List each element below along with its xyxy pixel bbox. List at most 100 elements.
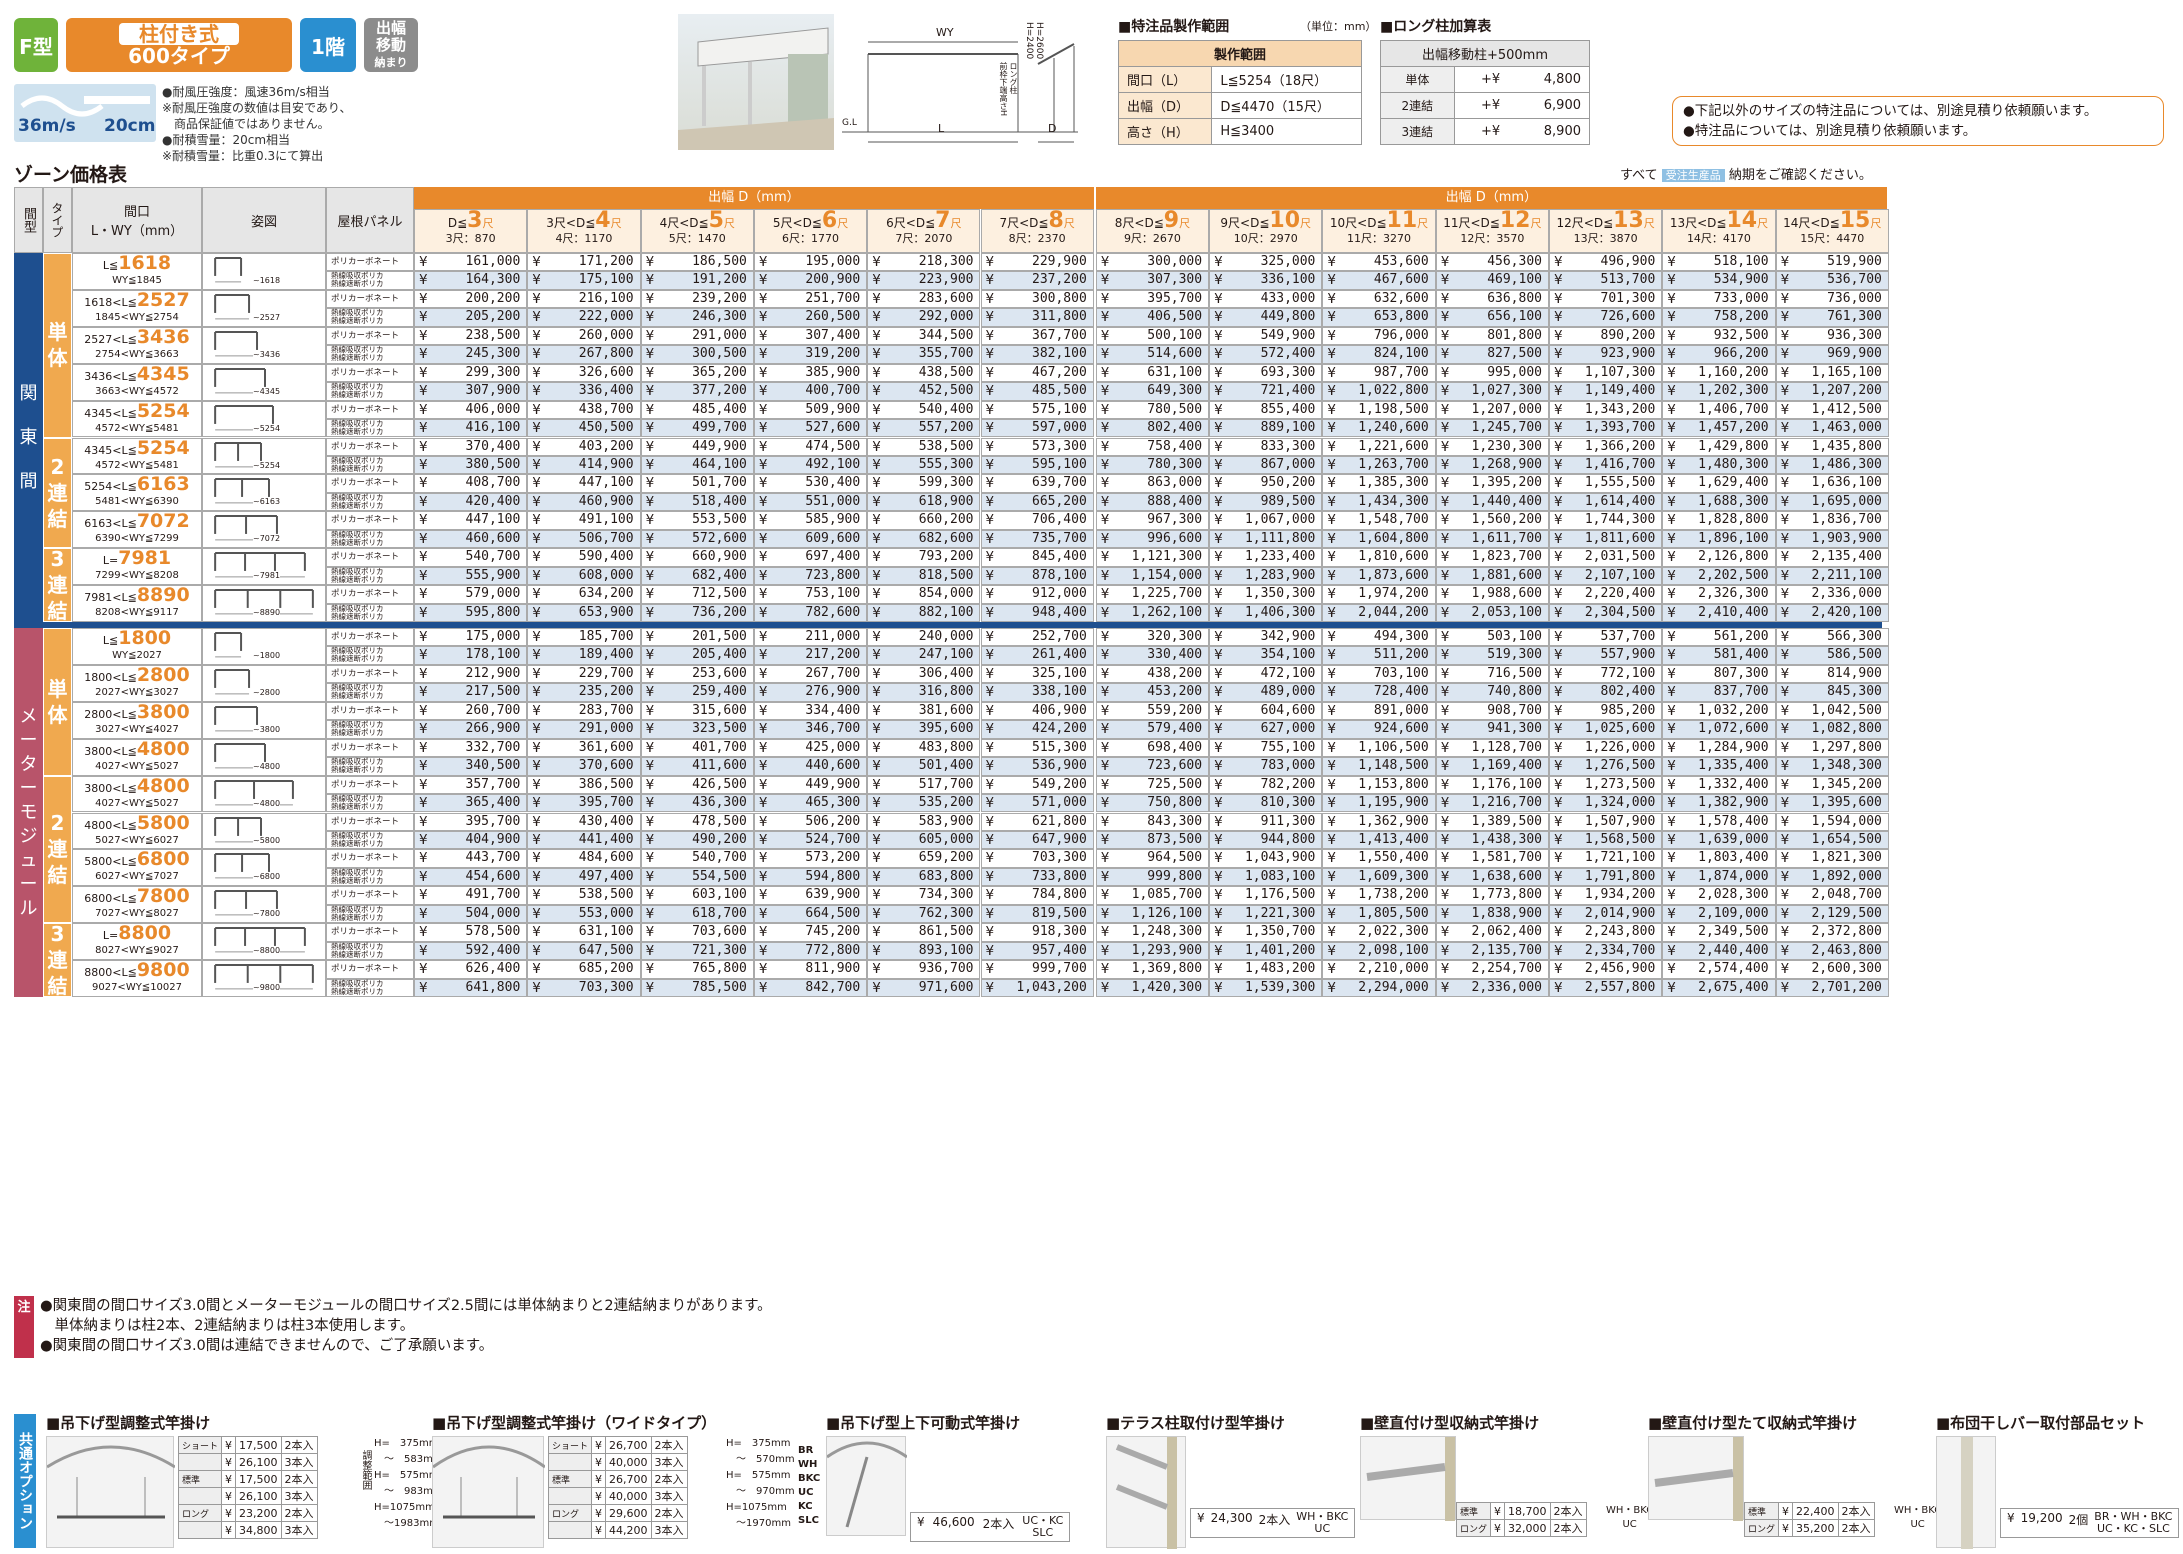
yen-sign: ¥	[1554, 776, 1563, 793]
price-cell: ¥430,400	[527, 812, 641, 831]
price-value: 626,400	[465, 961, 521, 977]
option-price: 46,600	[932, 1515, 975, 1529]
depth-suf: 尺	[610, 217, 622, 230]
price-cell: ¥260,000	[527, 326, 641, 346]
yen-sign: ¥	[985, 420, 995, 437]
yen-sign: ¥	[1780, 493, 1790, 510]
price-cell: ¥882,100	[867, 603, 981, 622]
price-value: 491,100	[578, 512, 634, 528]
yen-sign: ¥	[758, 549, 768, 566]
price-cell: ¥1,507,900	[1549, 812, 1663, 831]
yen-sign: ¥	[1100, 702, 1110, 719]
price-cell: ¥2,349,500	[1662, 923, 1776, 942]
size-sub: 2027<WY≦3027	[95, 686, 179, 698]
price-value: 251,700	[805, 290, 861, 306]
price-value: 2,126,800	[1698, 549, 1769, 565]
price-value: 467,200	[1032, 364, 1087, 380]
price-cell: ¥1,202,300	[1662, 382, 1776, 401]
option-price: 24,300	[1210, 1511, 1253, 1525]
price-cell: ¥683,800	[867, 867, 981, 887]
yen-sign: ¥	[532, 530, 541, 547]
price-cell: ¥1,072,600	[1662, 720, 1776, 739]
price-value: 1,636,100	[1811, 475, 1882, 491]
price-value: 2,129,500	[1811, 905, 1882, 921]
size-cell: 1800<L≦2800 2027<WY≦3027	[72, 664, 202, 702]
price-value: 449,900	[805, 776, 861, 792]
option-hanging-movable: ■吊下げ型上下可動式竿掛け ¥ 46,600 2本入 UC・KC SLC	[826, 1412, 1076, 1542]
price-value: 936,700	[918, 961, 974, 977]
price-value: 1,420,300	[1131, 979, 1203, 995]
option-colors-2: UC・KC・SLC	[2096, 1522, 2170, 1535]
price-cell: ¥802,400	[1549, 683, 1663, 702]
price-value: 1,463,000	[1811, 420, 1882, 436]
price-cell: ¥842,700	[753, 978, 868, 997]
yen-sign: ¥	[1100, 512, 1110, 529]
price-value: 1,362,900	[1358, 813, 1429, 829]
price-cell: ¥299,300	[414, 363, 528, 383]
yen-sign: ¥	[419, 475, 428, 492]
size-label: 3800<L≦	[84, 781, 137, 795]
price-cell: ¥639,700	[980, 474, 1094, 493]
yen-sign: ¥	[1780, 647, 1790, 664]
yen-sign: ¥	[532, 961, 541, 978]
price-value: 438,200	[1147, 665, 1203, 681]
price-value: 1,594,000	[1811, 813, 1882, 829]
price-cell: ¥733,000	[1662, 289, 1776, 309]
yen-sign: ¥	[532, 979, 541, 996]
price-cell: ¥395,700	[527, 794, 641, 813]
price-cell: ¥1,988,600	[1435, 585, 1549, 604]
figure-width-label: ~7981	[253, 571, 281, 581]
depth-pre: 11尺<D≦	[1443, 216, 1500, 230]
yen-sign: ¥	[532, 438, 541, 455]
price-value: 400,700	[805, 383, 861, 399]
price-value: 2,463,800	[1811, 942, 1882, 958]
panel-heat-block: 熱線遮断ポリカ	[331, 279, 384, 289]
price-cell: ¥191,200	[640, 271, 754, 290]
type-char: 体	[47, 346, 68, 371]
price-value: 1,240,600	[1358, 420, 1429, 436]
yen-sign: ¥	[1327, 647, 1336, 664]
price-value: 1,245,700	[1471, 420, 1542, 436]
price-value: 1,435,800	[1811, 438, 1882, 454]
price-value: 1,121,300	[1131, 549, 1203, 565]
option-image	[1106, 1436, 1186, 1549]
price-cell: ¥319,200	[753, 345, 868, 364]
price-cell: ¥581,400	[1662, 646, 1776, 665]
panel-heat: 熱線吸収ポリカ 熱線遮断ポリカ	[326, 720, 414, 739]
size-range: 4800<L≦5800	[73, 813, 201, 833]
depth-pre: 9尺<D≦	[1220, 216, 1270, 230]
yen-sign: ¥	[532, 604, 541, 621]
price-cell: ¥1,486,300	[1775, 455, 1889, 475]
price-cell: ¥238,500	[414, 326, 528, 346]
price-value: 882,100	[918, 604, 974, 620]
size-value: 4800	[136, 774, 190, 797]
price-value: 549,200	[1032, 776, 1087, 792]
price-value: 605,000	[918, 831, 974, 847]
price-cell: ¥260,500	[753, 308, 868, 327]
depth-suf: 尺	[1063, 217, 1075, 230]
option-price-cell: 2本入	[280, 1436, 318, 1454]
price-cell: ¥1,348,300	[1775, 757, 1889, 776]
price-cell: ¥843,300	[1095, 812, 1210, 831]
price-value: 2,336,000	[1471, 979, 1542, 995]
price-cell: ¥721,400	[1209, 382, 1323, 401]
price-value: 185,700	[578, 629, 634, 644]
price-cell: ¥1,240,600	[1322, 419, 1436, 438]
price-value: 449,800	[1260, 309, 1316, 325]
price-value: 2,109,000	[1698, 905, 1769, 921]
price-value: 266,900	[465, 721, 521, 737]
size-value: 1800	[118, 627, 172, 649]
price-value: 1,695,000	[1811, 493, 1882, 509]
order-note-pre: すべて	[1620, 168, 1658, 183]
price-cell: ¥801,800	[1435, 326, 1549, 346]
price-cell: ¥2,440,400	[1662, 941, 1776, 961]
price-cell: ¥524,700	[753, 830, 868, 850]
size-cell: 4345<L≦5254 4572<WY≦5481	[72, 437, 202, 475]
yen-sign: ¥	[419, 493, 428, 510]
yen-sign: ¥	[419, 795, 428, 812]
price-value: 283,700	[578, 702, 634, 718]
yen-sign: ¥	[1554, 629, 1563, 645]
yen-sign: ¥	[1100, 493, 1110, 510]
price-value: 511,200	[1373, 647, 1429, 663]
price-cell: ¥261,400	[980, 646, 1094, 665]
